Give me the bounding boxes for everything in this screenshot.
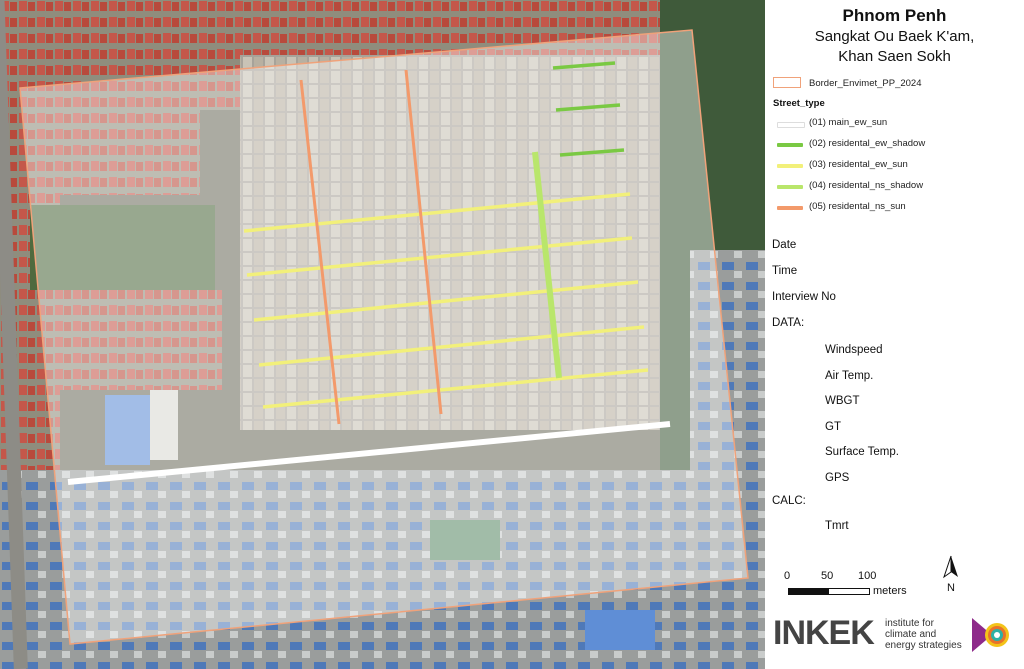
inkek-tagline-line1: institute for [885,618,934,629]
map-legend-panel: Phnom Penh Sangkat Ou Baek K'am, Khan Sa… [765,0,1024,669]
blue-roof-building [585,610,655,650]
scale-tick-50: 50 [821,570,834,582]
data-item-air-temp: Air Temp. [825,370,874,382]
data-item-surface-temp: Surface Temp. [825,446,899,458]
inkek-logo-icon [972,618,1009,652]
data-item-windspeed: Windspeed [825,344,883,356]
scale-tick-100: 100 [858,570,877,582]
legend-label-ns-sun: (05) residental_ns_sun [809,201,906,212]
map-subtitle-line2: Khan Saen Sokh [838,48,951,65]
legend-swatch-main-ew-sun [777,122,805,128]
street-type-header: Street_type [773,98,825,109]
field-time: Time [772,265,798,277]
satellite-map[interactable] [0,0,765,669]
border-legend-label: Border_Envimet_PP_2024 [809,78,922,89]
scale-tick-0: 0 [784,570,791,582]
map-canvas [0,0,765,669]
data-item-gt: GT [825,421,841,433]
inkek-tagline-line3: energy strategies [885,640,962,651]
inkek-tagline-line2: climate and [885,629,937,640]
data-header: DATA: [772,317,805,329]
legend-swatch-ns-sun [777,206,803,210]
legend-label-main-ew-sun: (01) main_ew_sun [809,117,888,128]
legend-label-ns-shadow: (04) residental_ns_shadow [809,180,924,191]
field-date: Date [772,239,797,251]
legend-swatch-ew-sun [777,164,803,168]
study-area-border [19,29,749,645]
map-subtitle-line1: Sangkat Ou Baek K'am, [814,28,975,45]
north-label: N [947,582,955,594]
inkek-wordmark: INKEK [773,614,875,652]
calc-item-tmrt: Tmrt [825,520,849,532]
scale-bar [788,588,870,595]
legend-label-ew-shadow: (02) residental_ew_shadow [809,138,926,149]
legend-swatch-ns-shadow [777,185,803,189]
map-title: Phnom Penh [842,6,947,25]
data-item-gps: GPS [825,472,850,484]
border-legend-swatch [773,77,801,88]
field-interview-no: Interview No [772,291,836,303]
scale-unit: meters [873,585,907,597]
legend-label-ew-sun: (03) residental_ew_sun [809,159,908,170]
legend-swatch-ew-shadow [777,143,803,147]
data-item-wbgt: WBGT [825,395,860,407]
calc-header: CALC: [772,495,806,507]
